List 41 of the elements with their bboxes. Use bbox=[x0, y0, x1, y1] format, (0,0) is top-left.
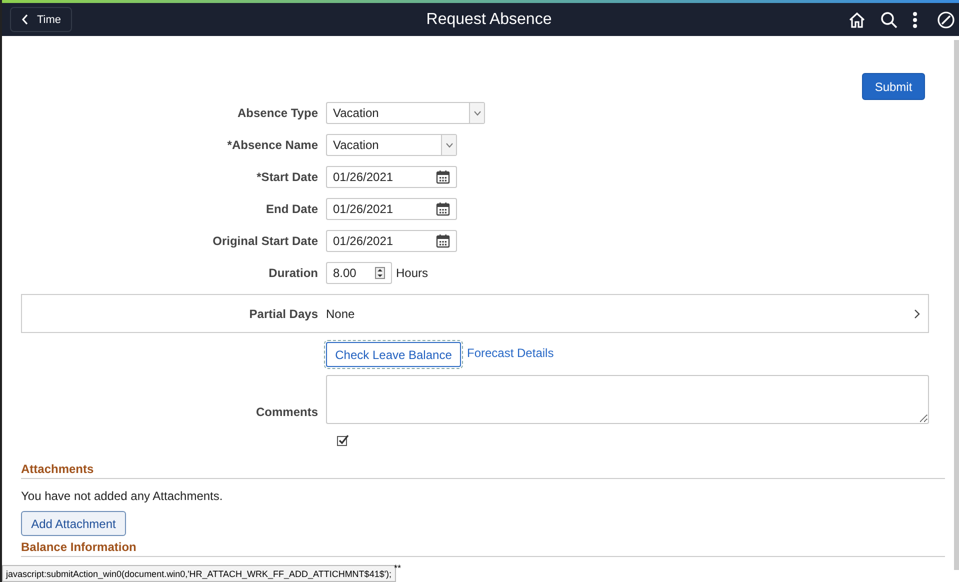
field-label: End Date bbox=[264, 202, 319, 216]
section-heading: Balance Information bbox=[21, 540, 945, 557]
spinner-icon[interactable] bbox=[375, 267, 385, 279]
search-icon[interactable] bbox=[880, 10, 898, 28]
chevron-right-icon bbox=[914, 308, 920, 318]
date-field[interactable]: 01/26/2021 bbox=[326, 166, 457, 188]
home-icon[interactable] bbox=[848, 10, 866, 28]
field-label: Partial Days bbox=[248, 306, 319, 320]
spell-check-icon[interactable] bbox=[337, 434, 349, 446]
back-button[interactable]: Time bbox=[10, 7, 72, 32]
chevron-down-icon bbox=[446, 142, 452, 148]
chevron-left-icon bbox=[21, 14, 29, 25]
section-heading: Attachments bbox=[21, 462, 945, 479]
page-title: Request Absence bbox=[426, 10, 552, 28]
check-leave-balance-button[interactable]: Check Leave Balance bbox=[326, 342, 461, 367]
calendar-icon[interactable] bbox=[436, 170, 450, 184]
attachments-message: You have not added any Attachments. bbox=[21, 489, 224, 503]
unit-label: Hours bbox=[396, 266, 428, 280]
field-label: *Start Date bbox=[256, 170, 319, 184]
duration-field[interactable]: 8.00 bbox=[326, 262, 392, 284]
dropdown-field[interactable]: Vacation bbox=[326, 134, 457, 156]
calendar-icon[interactable] bbox=[436, 202, 450, 216]
field-label: *Absence Name bbox=[226, 138, 319, 152]
status-url: javascript:submitAction_win0(document.win0,'HR_ATTACH_WRK_FF_ADD_ATTICHMNT$41$'); bbox=[6, 568, 392, 578]
add-attachment-button[interactable]: Add Attachment bbox=[21, 511, 126, 536]
forecast-details-link[interactable]: Forecast Details bbox=[467, 346, 554, 360]
date-field[interactable]: 01/26/2021 bbox=[326, 230, 457, 252]
comments-field[interactable] bbox=[326, 375, 929, 424]
chevron-down-icon bbox=[474, 110, 480, 116]
more-options-icon[interactable] bbox=[912, 10, 918, 28]
dropdown-field[interactable]: Vacation bbox=[326, 102, 485, 124]
field-label: Comments bbox=[254, 405, 319, 421]
partial-text: ** bbox=[394, 563, 402, 573]
calendar-icon[interactable] bbox=[436, 234, 450, 248]
partial-days-row[interactable]: Partial Days None bbox=[21, 294, 929, 333]
date-field[interactable]: 01/26/2021 bbox=[326, 198, 457, 220]
field-label: Duration bbox=[268, 266, 319, 280]
partial-days-value: None bbox=[326, 306, 356, 320]
field-label: Original Start Date bbox=[212, 234, 319, 248]
submit-button[interactable]: Submit bbox=[862, 73, 925, 100]
field-label: Absence Type bbox=[236, 106, 319, 120]
